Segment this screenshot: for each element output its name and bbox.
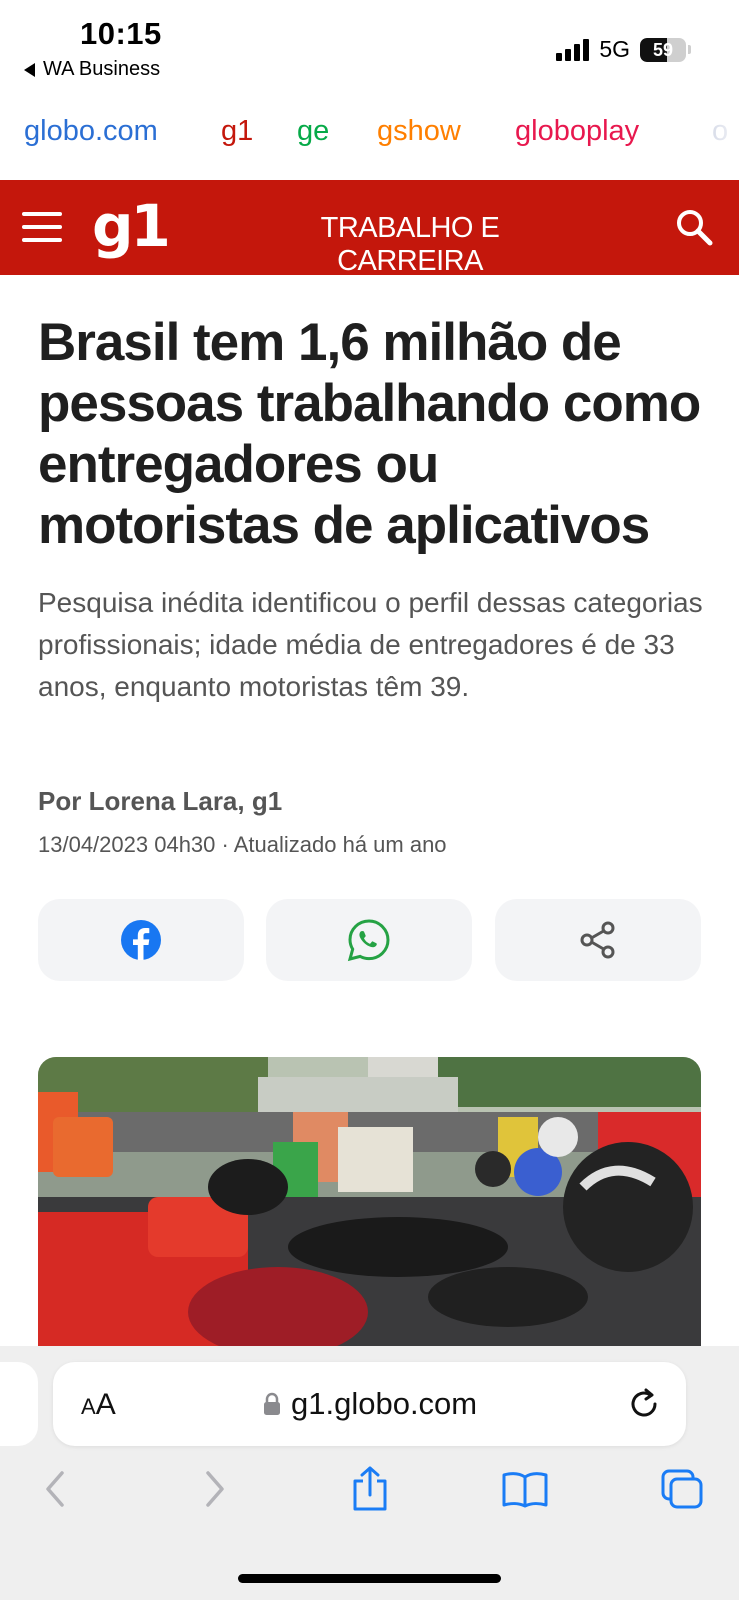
g1-header: g1 TRABALHO E CARREIRA	[0, 180, 739, 278]
delivery-motorcycles-image	[38, 1057, 701, 1347]
share-generic-button[interactable]	[495, 899, 701, 981]
globo-portal-nav: globo.com g1 ge gshow globoplay o	[0, 100, 739, 162]
back-arrow-icon	[24, 62, 35, 77]
share-icon	[580, 921, 615, 959]
previous-tab-peek[interactable]	[0, 1362, 38, 1446]
article-photo[interactable]	[38, 1057, 701, 1347]
portal-link-globoplay[interactable]: globoplay	[515, 115, 639, 148]
share-whatsapp-button[interactable]	[266, 899, 472, 981]
share-page-button[interactable]	[345, 1464, 395, 1514]
forward-icon	[206, 1471, 224, 1507]
article-byline: Por Lorena Lara, g1	[38, 786, 283, 816]
portal-link-g1[interactable]: g1	[221, 115, 253, 148]
battery-icon: 59	[640, 37, 686, 62]
status-bar: 10:15 WA Business 5G 59	[0, 0, 739, 86]
browser-nav-row	[0, 1464, 739, 1524]
portal-link-ge[interactable]: ge	[297, 115, 329, 148]
network-type: 5G	[599, 36, 630, 62]
share-icon	[353, 1466, 387, 1511]
back-button[interactable]	[30, 1464, 80, 1514]
home-indicator[interactable]	[238, 1574, 501, 1583]
bookmarks-icon	[502, 1472, 548, 1508]
section-title[interactable]: TRABALHO E CARREIRA	[260, 212, 560, 278]
hamburger-icon[interactable]	[22, 212, 62, 242]
text-size-label: AA	[81, 1388, 116, 1421]
search-icon[interactable]	[674, 207, 714, 247]
g1-logo[interactable]: g1	[92, 192, 171, 260]
article-subheadline: Pesquisa inédita identificou o perfil de…	[38, 587, 703, 702]
article-headline: Brasil tem 1,6 milhão de pessoas trabalh…	[38, 313, 701, 555]
article-date: 13/04/2023 04h30 · Atualizado há um ano	[38, 832, 447, 857]
share-facebook-button[interactable]	[38, 899, 244, 981]
battery-level: 59	[652, 39, 674, 60]
url-display[interactable]: g1.globo.com	[263, 1386, 477, 1422]
tabs-icon	[661, 1469, 703, 1509]
portal-link-globo[interactable]: globo.com	[24, 115, 158, 148]
address-bar[interactable]: AA g1.globo.com	[53, 1362, 686, 1446]
reload-icon[interactable]	[626, 1386, 662, 1422]
bookmarks-button[interactable]	[500, 1464, 550, 1514]
facebook-icon	[121, 920, 161, 960]
back-app-label: WA Business	[43, 58, 161, 80]
back-icon	[46, 1471, 64, 1507]
url-text: g1.globo.com	[291, 1386, 478, 1421]
tabs-button[interactable]	[657, 1464, 707, 1514]
cellular-signal-icon	[556, 38, 590, 61]
portal-link-gshow[interactable]: gshow	[377, 115, 461, 148]
forward-button[interactable]	[190, 1464, 240, 1514]
status-time: 10:15	[80, 16, 162, 51]
back-to-app-link[interactable]: WA Business	[24, 58, 160, 81]
text-size-button[interactable]: AA	[81, 1388, 116, 1422]
status-indicators: 5G 59	[556, 36, 691, 63]
lock-icon	[264, 1392, 280, 1415]
browser-toolbar: AA g1.globo.com	[0, 1346, 739, 1600]
whatsapp-icon	[347, 919, 390, 962]
